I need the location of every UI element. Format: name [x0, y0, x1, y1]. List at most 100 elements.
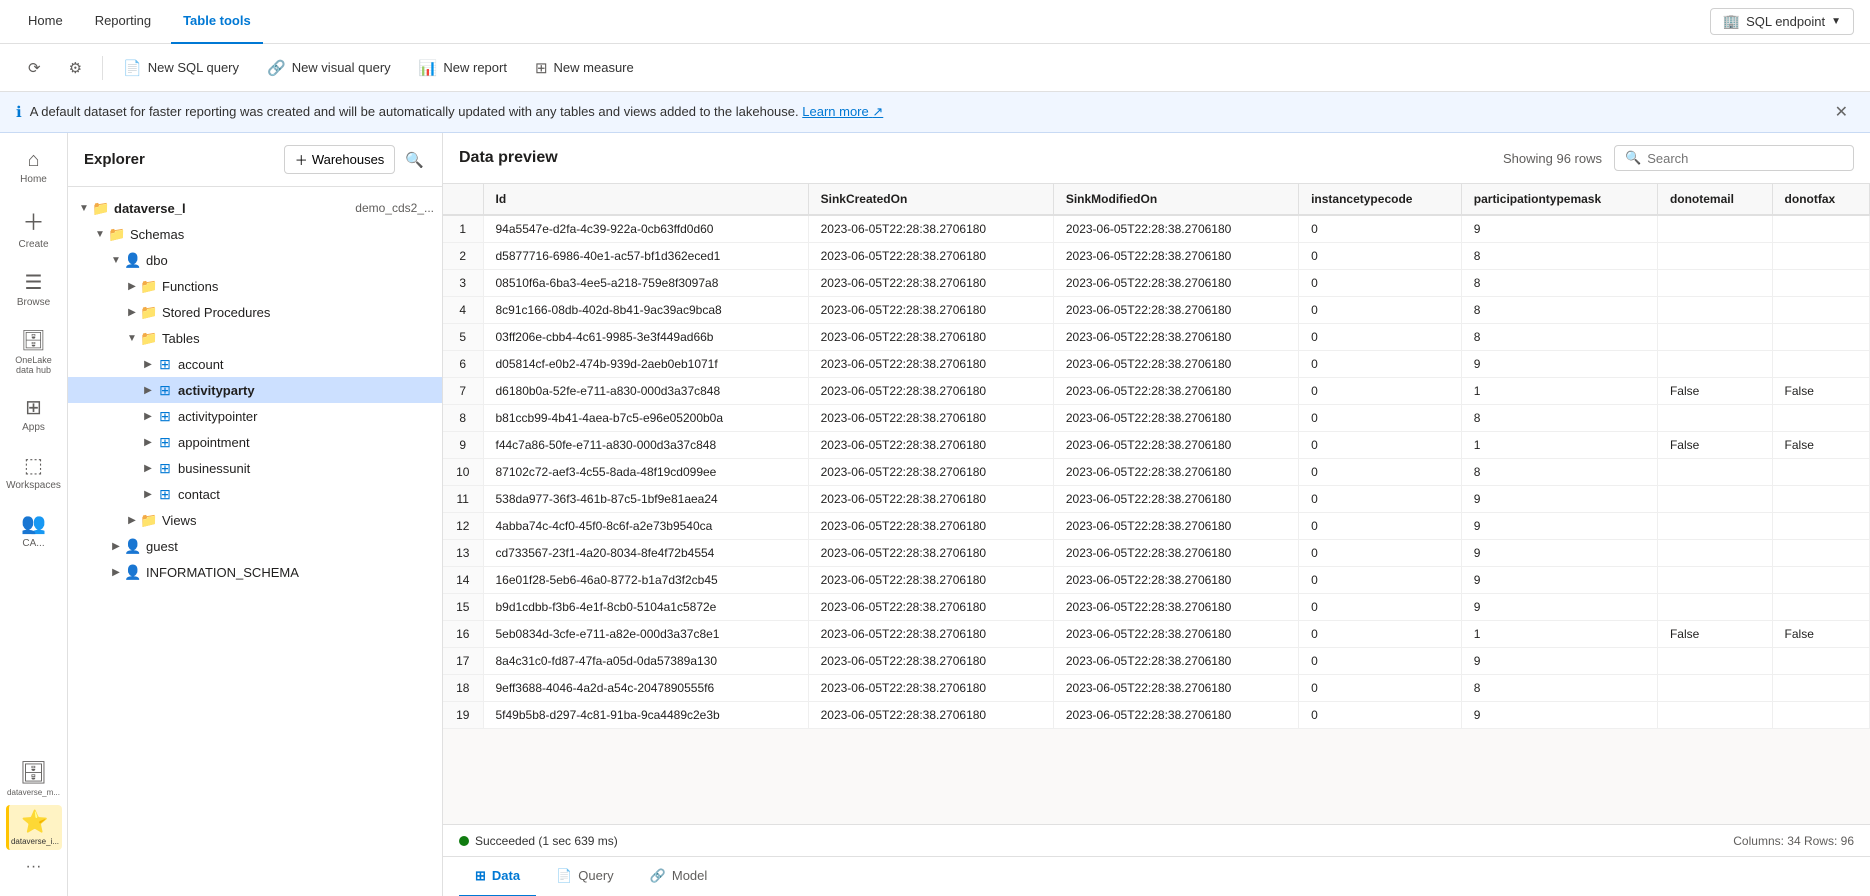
col-header-sinkmodifiedon: SinkModifiedOn — [1053, 184, 1298, 215]
root-folder-icon: 📁 — [92, 199, 110, 217]
sidebar-item-home[interactable]: ⌂ Home — [4, 141, 64, 193]
explorer-tree: ▼ 📁 dataverse_l demo_cds2_... ▼ 📁 Schema… — [68, 187, 442, 896]
tree-appointment-item[interactable]: ▶ ⊞ appointment — [68, 429, 442, 455]
cell-participation: 8 — [1461, 405, 1657, 432]
info-link[interactable]: Learn more ↗ — [802, 104, 883, 119]
tree-functions-item[interactable]: ▶ 📁 Functions — [68, 273, 442, 299]
row-number: 11 — [443, 486, 483, 513]
status-dot — [459, 836, 469, 846]
sidebar-item-ca[interactable]: 👥 CA... — [4, 503, 64, 557]
new-sql-query-button[interactable]: 📄 New SQL query — [111, 53, 251, 83]
sidebar-item-onelake[interactable]: 🗄 OneLake data hub — [4, 320, 64, 383]
tree-contact-item[interactable]: ▶ ⊞ contact — [68, 481, 442, 507]
tree-views-item[interactable]: ▶ 📁 Views — [68, 507, 442, 533]
table-row: 6 d05814cf-e0b2-474b-939d-2aeb0eb1071f 2… — [443, 351, 1870, 378]
cell-id: 94a5547e-d2fa-4c39-922a-0cb63ffd0d60 — [483, 215, 808, 243]
tree-dbo-item[interactable]: ▼ 👤 dbo — [68, 247, 442, 273]
tree-activityparty-item[interactable]: ▶ ⊞ activityparty — [68, 377, 442, 403]
tree-stored-procedures-item[interactable]: ▶ 📁 Stored Procedures — [68, 299, 442, 325]
sidebar-item-more[interactable]: ··· — [6, 854, 62, 880]
new-measure-button[interactable]: ⊞ New measure — [523, 53, 646, 83]
tables-folder-icon: 📁 — [140, 329, 158, 347]
sidebar-item-create[interactable]: ＋ Create — [4, 197, 64, 258]
tab-data[interactable]: ⊞ Data — [459, 857, 536, 896]
cell-donotemail — [1657, 594, 1772, 621]
table-row: 7 d6180b0a-52fe-e711-a830-000d3a37c848 2… — [443, 378, 1870, 405]
schemas-chevron-icon: ▼ — [92, 226, 108, 242]
sidebar-item-browse[interactable]: ☰ Browse — [4, 262, 64, 316]
cell-instance: 0 — [1299, 702, 1462, 729]
row-number: 8 — [443, 405, 483, 432]
row-number: 16 — [443, 621, 483, 648]
cell-donotemail — [1657, 351, 1772, 378]
info-bar-text: A default dataset for faster reporting w… — [30, 104, 799, 119]
ca-icon: 👥 — [21, 511, 46, 536]
dataverse-icon: 🗄 — [20, 760, 48, 786]
add-warehouses-button[interactable]: ＋ Warehouses — [284, 145, 396, 174]
tab-model[interactable]: 🔗 Model — [634, 857, 724, 896]
top-nav-bar: Home Reporting Table tools 🏢 SQL endpoin… — [0, 0, 1870, 44]
tree-info-schema-item[interactable]: ▶ 👤 INFORMATION_SCHEMA — [68, 559, 442, 585]
sidebar-item-dataverse2[interactable]: ⭐ dataverse_i... — [6, 805, 62, 850]
tab-table-tools[interactable]: Table tools — [171, 0, 263, 44]
cell-instance: 0 — [1299, 351, 1462, 378]
cell-donotemail — [1657, 702, 1772, 729]
tree-activitypointer-item[interactable]: ▶ ⊞ activitypointer — [68, 403, 442, 429]
cell-participation: 1 — [1461, 378, 1657, 405]
cell-sinkcreatedon: 2023-06-05T22:28:38.2706180 — [808, 540, 1053, 567]
cell-donotemail — [1657, 459, 1772, 486]
tree-root-item[interactable]: ▼ 📁 dataverse_l demo_cds2_... — [68, 195, 442, 221]
col-header-instancetypecode: instancetypecode — [1299, 184, 1462, 215]
tab-home[interactable]: Home — [16, 0, 75, 44]
cell-instance: 0 — [1299, 513, 1462, 540]
tab-query[interactable]: 📄 Query — [540, 857, 630, 896]
cell-sinkmodifiedon: 2023-06-05T22:28:38.2706180 — [1053, 378, 1298, 405]
search-input[interactable] — [1647, 151, 1843, 166]
guest-schema-icon: 👤 — [124, 537, 142, 555]
refresh-button[interactable]: ⟳ — [16, 53, 53, 83]
sidebar-item-dataverse[interactable]: 🗄 dataverse_m... — [6, 756, 62, 801]
row-number: 15 — [443, 594, 483, 621]
cell-donotemail — [1657, 513, 1772, 540]
tab-reporting[interactable]: Reporting — [83, 0, 163, 44]
tree-businessunit-item[interactable]: ▶ ⊞ businessunit — [68, 455, 442, 481]
functions-chevron-icon: ▶ — [124, 278, 140, 294]
tree-tables-item[interactable]: ▼ 📁 Tables — [68, 325, 442, 351]
cell-donotfax: False — [1772, 378, 1869, 405]
table-container[interactable]: Id SinkCreatedOn SinkModifiedOn instance… — [443, 184, 1870, 824]
settings-button[interactable]: ⚙ — [57, 53, 94, 83]
info-close-button[interactable]: ✕ — [1829, 100, 1854, 124]
tree-schemas-item[interactable]: ▼ 📁 Schemas — [68, 221, 442, 247]
info-schema-icon: 👤 — [124, 563, 142, 581]
cell-donotemail — [1657, 270, 1772, 297]
cell-id: 5eb0834d-3cfe-e711-a82e-000d3a37c8e1 — [483, 621, 808, 648]
tree-guest-item[interactable]: ▶ 👤 guest — [68, 533, 442, 559]
cell-id: 16e01f28-5eb6-46a0-8772-b1a7d3f2cb45 — [483, 567, 808, 594]
tree-account-item[interactable]: ▶ ⊞ account — [68, 351, 442, 377]
views-folder-icon: 📁 — [140, 511, 158, 529]
dbo-chevron-icon: ▼ — [108, 252, 124, 268]
sidebar-item-workspaces[interactable]: ⬚ Workspaces — [4, 445, 64, 499]
cell-participation: 8 — [1461, 459, 1657, 486]
cell-id: 08510f6a-6ba3-4ee5-a218-759e8f3097a8 — [483, 270, 808, 297]
cell-sinkmodifiedon: 2023-06-05T22:28:38.2706180 — [1053, 567, 1298, 594]
cell-sinkmodifiedon: 2023-06-05T22:28:38.2706180 — [1053, 648, 1298, 675]
chevron-down-icon: ▼ — [1831, 16, 1841, 27]
explorer-search-icon[interactable]: 🔍 — [403, 149, 426, 171]
cell-sinkmodifiedon: 2023-06-05T22:28:38.2706180 — [1053, 351, 1298, 378]
cell-donotemail — [1657, 567, 1772, 594]
data-preview-title: Data preview — [459, 149, 558, 167]
cell-donotemail: False — [1657, 621, 1772, 648]
sidebar-item-apps[interactable]: ⊞ Apps — [4, 387, 64, 441]
cell-participation: 9 — [1461, 567, 1657, 594]
row-number: 1 — [443, 215, 483, 243]
browse-icon: ☰ — [25, 270, 43, 295]
search-box[interactable]: 🔍 — [1614, 145, 1854, 171]
sql-endpoint-button[interactable]: 🏢 SQL endpoint ▼ — [1710, 8, 1854, 35]
new-visual-query-button[interactable]: 🔗 New visual query — [255, 53, 403, 83]
new-report-button[interactable]: 📊 New report — [407, 53, 519, 83]
cell-sinkcreatedon: 2023-06-05T22:28:38.2706180 — [808, 648, 1053, 675]
cell-sinkcreatedon: 2023-06-05T22:28:38.2706180 — [808, 486, 1053, 513]
col-header-sinkcreatedon: SinkCreatedOn — [808, 184, 1053, 215]
cell-instance: 0 — [1299, 378, 1462, 405]
